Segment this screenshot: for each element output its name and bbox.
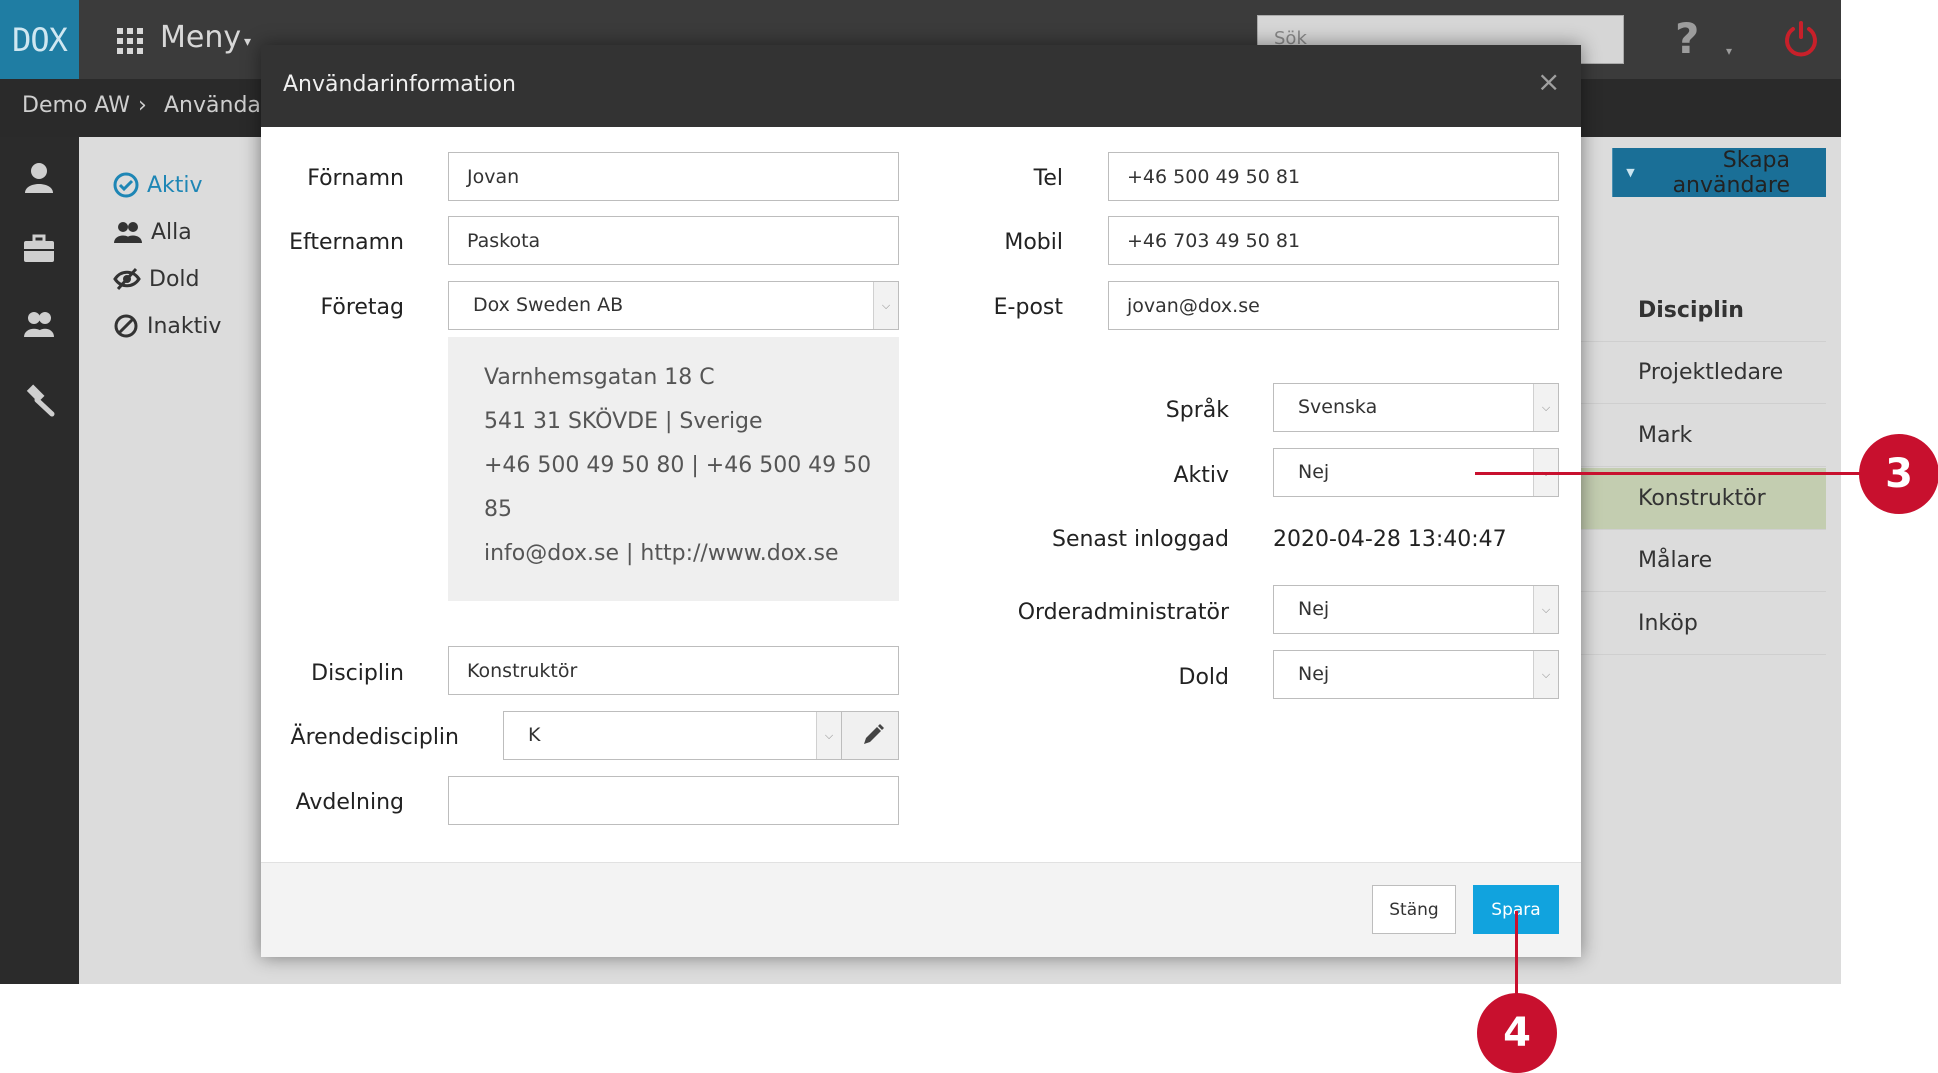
callout-3-line — [1475, 472, 1896, 475]
filter-label: Alla — [151, 219, 192, 245]
filter-label: Aktiv — [147, 172, 203, 198]
company-select[interactable]: Dox Sweden AB ⌵ — [448, 281, 899, 330]
filter-label: Dold — [149, 266, 200, 292]
department-label: Avdelning — [295, 790, 404, 815]
ban-icon — [114, 314, 138, 338]
modal-header: Användarinformation × — [261, 45, 1581, 127]
chevron-down-icon[interactable]: ⌵ — [873, 282, 898, 329]
app-background: DOX Meny ▾ Sök ? ▾ Demo AW › Användar Ak… — [0, 0, 1841, 984]
check-circle-icon — [113, 172, 139, 198]
discipline-header: Disciplin — [1580, 280, 1826, 342]
callout-4-line — [1515, 911, 1518, 1001]
address-line: info@dox.se | http://www.dox.se — [484, 541, 839, 566]
user-info-modal: Användarinformation × Förnamn Jovan Efte… — [261, 45, 1581, 957]
mobile-label: Mobil — [1004, 230, 1063, 255]
order-admin-label: Orderadministratör — [1017, 600, 1229, 625]
menu-button[interactable]: Meny — [160, 20, 241, 55]
order-admin-select[interactable]: Nej ⌵ — [1273, 585, 1559, 634]
user-icon[interactable] — [22, 161, 56, 195]
users-icon — [114, 222, 142, 243]
list-item-selected[interactable]: Konstruktör — [1580, 468, 1826, 530]
language-label: Språk — [1165, 398, 1229, 423]
language-value: Svenska — [1298, 396, 1378, 418]
dox-logo[interactable]: DOX — [0, 0, 79, 79]
department-input[interactable] — [448, 776, 899, 825]
briefcase-icon[interactable] — [22, 232, 56, 266]
last-login-label: Senast inloggad — [1051, 527, 1229, 552]
hidden-select[interactable]: Nej ⌵ — [1273, 650, 1559, 699]
filter-label: Inaktiv — [147, 313, 222, 339]
company-value: Dox Sweden AB — [473, 294, 624, 316]
filter-hidden[interactable]: Dold — [113, 266, 199, 292]
breadcrumb-item[interactable]: Användar — [164, 93, 270, 118]
callout-4-badge: 4 — [1477, 993, 1557, 1073]
discipline-label: Disciplin — [311, 661, 404, 686]
last-name-input[interactable]: Paskota — [448, 216, 899, 265]
address-line: 85 — [484, 497, 512, 522]
last-name-label: Efternamn — [289, 230, 404, 255]
sidebar — [0, 137, 79, 984]
chevron-down-icon[interactable]: ▾ — [244, 34, 251, 50]
breadcrumb-item[interactable]: Demo AW — [22, 93, 130, 118]
list-item[interactable]: Mark — [1580, 405, 1826, 467]
chevron-down-icon[interactable]: ⌵ — [1533, 651, 1558, 698]
list-item[interactable]: Inköp — [1580, 593, 1826, 655]
users-icon[interactable] — [22, 307, 56, 341]
filter-active[interactable]: Aktiv — [113, 172, 203, 198]
first-name-input[interactable]: Jovan — [448, 152, 899, 201]
create-user-button[interactable]: Skapa användare ▼ — [1612, 147, 1826, 198]
hidden-value: Nej — [1298, 663, 1330, 685]
address-line: 541 31 SKÖVDE | Sverige — [484, 409, 763, 434]
email-input[interactable]: jovan@dox.se — [1108, 281, 1559, 330]
order-admin-value: Nej — [1298, 598, 1330, 620]
first-name-label: Förnamn — [307, 166, 404, 191]
power-icon[interactable] — [1782, 20, 1820, 58]
active-value: Nej — [1298, 461, 1330, 483]
company-address: Varnhemsgatan 18 C 541 31 SKÖVDE | Sveri… — [448, 337, 899, 601]
mobile-input[interactable]: +46 703 49 50 81 — [1108, 216, 1559, 265]
filter-all[interactable]: Alla — [113, 219, 192, 245]
email-label: E-post — [993, 295, 1063, 320]
close-button[interactable]: Stäng — [1372, 885, 1456, 934]
eye-slash-icon — [113, 267, 141, 291]
hidden-label: Dold — [1178, 665, 1229, 690]
list-item[interactable]: Målare — [1580, 530, 1826, 592]
grid-icon[interactable] — [117, 28, 143, 54]
company-label: Företag — [320, 295, 405, 320]
address-line: +46 500 49 50 80 | +46 500 49 50 — [484, 453, 872, 478]
modal-title: Användarinformation — [283, 72, 516, 97]
gavel-icon[interactable] — [22, 383, 56, 417]
question-icon[interactable]: ? — [1675, 14, 1699, 63]
language-select[interactable]: Svenska ⌵ — [1273, 383, 1559, 432]
address-line: Varnhemsgatan 18 C — [484, 365, 715, 390]
chevron-right-icon: › — [138, 93, 147, 118]
phone-label: Tel — [1033, 166, 1063, 191]
active-label: Aktiv — [1173, 463, 1229, 488]
close-icon[interactable]: × — [1537, 65, 1560, 98]
chevron-down-icon[interactable]: ⌵ — [816, 712, 841, 759]
edit-case-discipline-button[interactable] — [841, 711, 899, 760]
case-discipline-value: K — [528, 724, 541, 746]
chevron-down-icon[interactable]: ⌵ — [1533, 586, 1558, 633]
callout-3-badge: 3 — [1859, 434, 1938, 514]
pencil-icon — [864, 724, 884, 744]
phone-input[interactable]: +46 500 49 50 81 — [1108, 152, 1559, 201]
chevron-down-icon[interactable]: ▾ — [1726, 44, 1732, 58]
filter-inactive[interactable]: Inaktiv — [113, 313, 221, 339]
list-item[interactable]: Projektledare — [1580, 342, 1826, 404]
case-discipline-select[interactable]: K ⌵ — [503, 711, 842, 760]
case-discipline-label: Ärendedisciplin — [290, 725, 459, 750]
create-user-label: Skapa användare — [1672, 147, 1790, 198]
discipline-input[interactable]: Konstruktör — [448, 646, 899, 695]
chevron-down-icon[interactable]: ⌵ — [1533, 384, 1558, 431]
last-login-value: 2020-04-28 13:40:47 — [1273, 527, 1507, 552]
